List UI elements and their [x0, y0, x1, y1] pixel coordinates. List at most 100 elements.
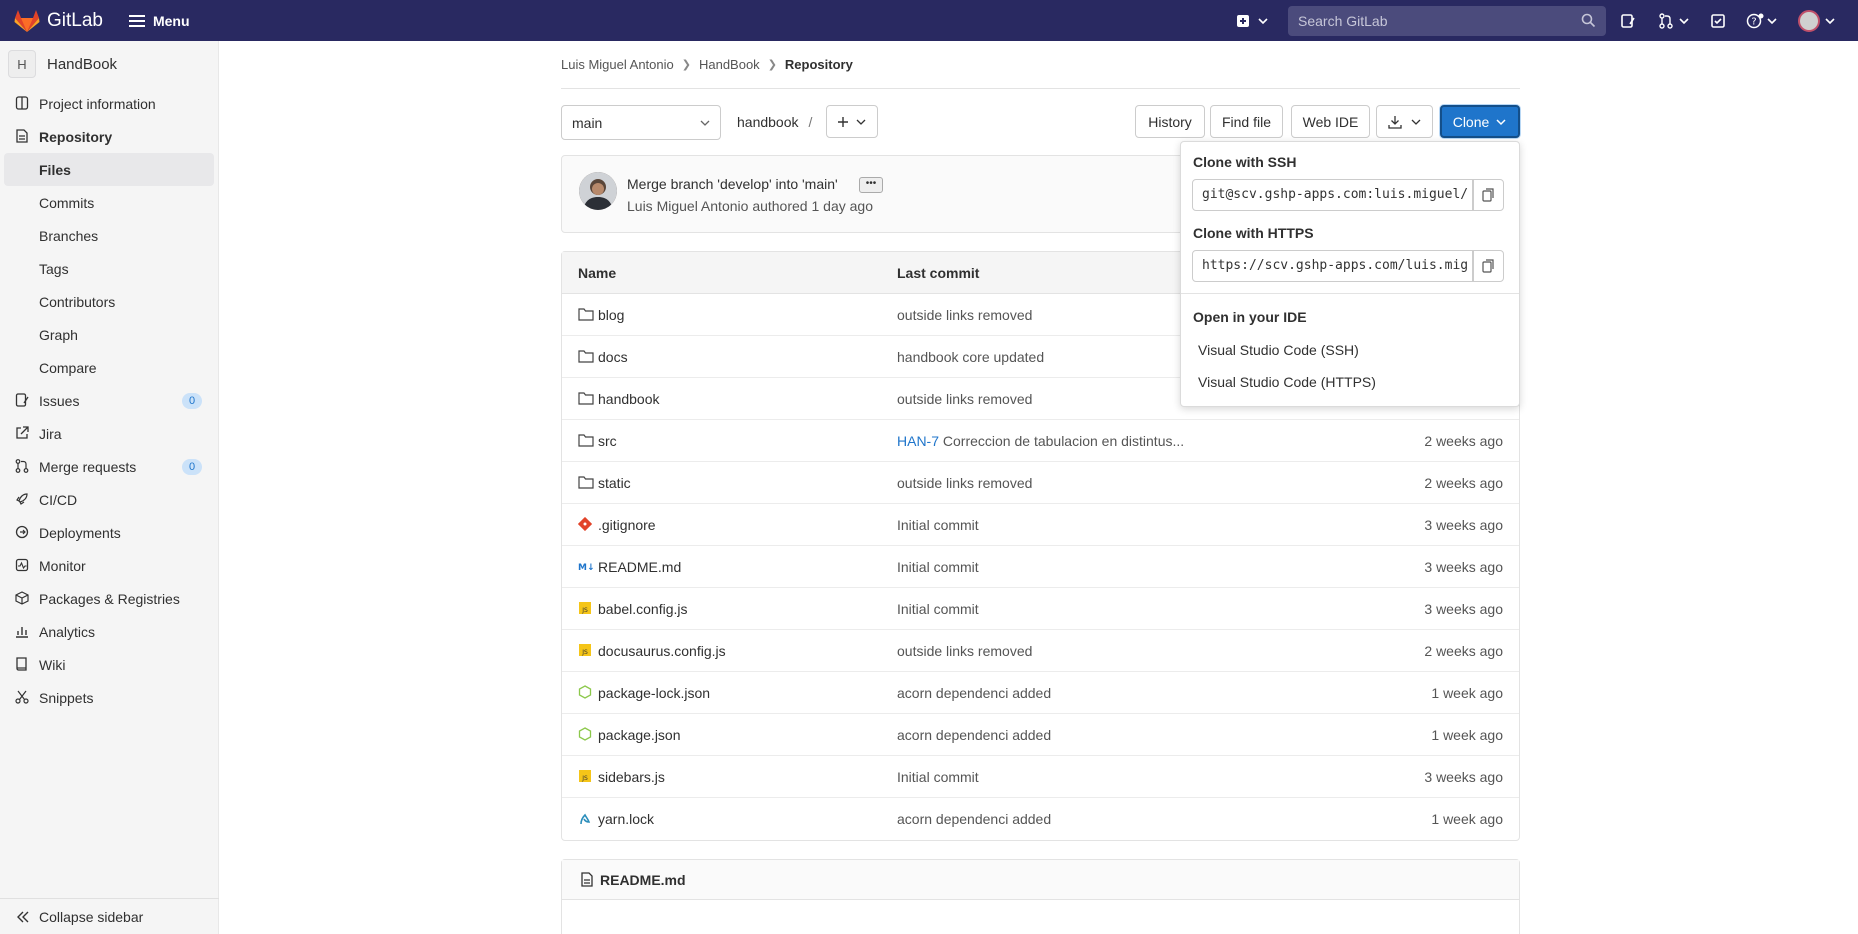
breadcrumb-user[interactable]: Luis Miguel Antonio	[561, 57, 674, 72]
table-row[interactable]: src HAN-7 Correccion de tabulacion en dis…	[562, 420, 1519, 462]
copy-ssh-url-button[interactable]	[1473, 179, 1504, 211]
file-name-link[interactable]: yarn.lock	[598, 811, 654, 827]
commit-message-link[interactable]: Initial commit	[897, 769, 979, 785]
issue-link[interactable]: HAN-7	[897, 433, 939, 449]
add-to-tree-dropdown[interactable]	[826, 105, 878, 138]
repo-path: handbook /	[737, 114, 812, 130]
table-row[interactable]: JS docusaurus.config.js outside links remo…	[562, 630, 1519, 672]
sidebar-item-wiki[interactable]: Wiki	[0, 648, 218, 681]
sidebar-item-packages-registries[interactable]: Packages & Registries	[0, 582, 218, 615]
sidebar-item-compare[interactable]: Compare	[0, 351, 218, 384]
sidebar-item-files[interactable]: Files	[4, 153, 214, 186]
commit-message-link[interactable]: acorn dependenci added	[897, 811, 1051, 827]
user-menu[interactable]	[1798, 9, 1836, 32]
table-row[interactable]: yarn.lock acorn dependenci added 1 week ag…	[562, 798, 1519, 840]
commit-authored-text: authored	[752, 198, 808, 214]
table-row[interactable]: package-lock.json acorn dependenci added 1…	[562, 672, 1519, 714]
file-name-link[interactable]: babel.config.js	[598, 601, 688, 617]
help-dropdown[interactable]: ?	[1746, 13, 1778, 29]
file-name-link[interactable]: README.md	[598, 559, 681, 575]
sidebar-item-contributors[interactable]: Contributors	[0, 285, 218, 318]
sidebar-item-commits[interactable]: Commits	[0, 186, 218, 219]
commit-message-link[interactable]: outside links removed	[897, 643, 1032, 659]
commit-message-link[interactable]: outside links removed	[897, 391, 1032, 407]
table-row[interactable]: M↓ README.md Initial commit 3 weeks ago	[562, 546, 1519, 588]
file-name-link[interactable]: blog	[598, 307, 624, 323]
commit-time: 1 day ago	[811, 198, 873, 214]
file-name-link[interactable]: sidebars.js	[598, 769, 665, 785]
search-input[interactable]: Search GitLab	[1288, 5, 1606, 36]
path-root-link[interactable]: handbook	[737, 114, 799, 130]
clone-dropdown-button[interactable]: Clone	[1440, 105, 1520, 138]
sidebar-item-graph[interactable]: Graph	[0, 318, 218, 351]
commit-title-link[interactable]: Merge branch 'develop' into 'main'	[627, 176, 838, 192]
clone-https-url-field[interactable]: https://scv.gshp-apps.com/luis.mig	[1192, 250, 1473, 282]
file-name-link[interactable]: package-lock.json	[598, 685, 710, 701]
file-name-link[interactable]: .gitignore	[598, 517, 656, 533]
file-name-link[interactable]: src	[598, 433, 617, 449]
open-vscode-https-item[interactable]: Visual Studio Code (HTTPS)	[1198, 374, 1376, 390]
sidebar-item-label: Snippets	[39, 689, 94, 706]
path-separator: /	[808, 114, 813, 130]
sidebar-item-project-information[interactable]: Project information	[0, 87, 218, 120]
commit-message-link[interactable]: Initial commit	[897, 517, 979, 533]
commit-message-link[interactable]: outside links removed	[897, 307, 1032, 323]
todos-shortcut[interactable]	[1710, 13, 1726, 29]
sidebar-item-label: Jira	[39, 425, 62, 442]
collapse-sidebar-button[interactable]: Collapse sidebar	[0, 898, 219, 934]
table-row[interactable]: package.json acorn dependenci added 1 week…	[562, 714, 1519, 756]
open-vscode-ssh-item[interactable]: Visual Studio Code (SSH)	[1198, 342, 1359, 358]
sidebar-item-merge-requests[interactable]: Merge requests 0	[0, 450, 218, 483]
sidebar-item-snippets[interactable]: Snippets	[0, 681, 218, 714]
file-name-link[interactable]: handbook	[598, 391, 660, 407]
issues-shortcut[interactable]	[1620, 13, 1636, 29]
gitlab-home-link[interactable]: GitLab	[14, 9, 103, 33]
toggle-commit-description-button[interactable]: •••	[859, 177, 883, 193]
commit-message-link[interactable]: acorn dependenci added	[897, 685, 1051, 701]
sidebar-item-jira[interactable]: Jira	[0, 417, 218, 450]
table-row[interactable]: static outside links removed 2 weeks ago	[562, 462, 1519, 504]
sidebar-item-branches[interactable]: Branches	[0, 219, 218, 252]
commit-time: 2 weeks ago	[1424, 643, 1503, 659]
web-ide-button[interactable]: Web IDE	[1291, 105, 1370, 138]
table-row[interactable]: .gitignore Initial commit 3 weeks ago	[562, 504, 1519, 546]
markdown-file-icon: M↓	[578, 559, 595, 574]
new-dropdown[interactable]	[1236, 14, 1270, 28]
project-header[interactable]: H HandBook	[0, 41, 218, 87]
copy-https-url-button[interactable]	[1473, 250, 1504, 282]
table-row[interactable]: JS babel.config.js Initial commit 3 weeks a…	[562, 588, 1519, 630]
commit-message-link[interactable]: Correccion de tabulacion en distintus...	[943, 433, 1184, 449]
find-file-button[interactable]: Find file	[1210, 105, 1283, 138]
author-avatar[interactable]	[579, 172, 617, 210]
sidebar-item-tags[interactable]: Tags	[0, 252, 218, 285]
file-name-link[interactable]: package.json	[598, 727, 681, 743]
commit-message-link[interactable]: Initial commit	[897, 601, 979, 617]
clone-ssh-url-field[interactable]: git@scv.gshp-apps.com:luis.miguel/	[1192, 179, 1473, 211]
branch-selector[interactable]: main	[561, 105, 721, 140]
table-row[interactable]: JS sidebars.js Initial commit 3 weeks ago	[562, 756, 1519, 798]
sidebar-item-ci-cd[interactable]: CI/CD	[0, 483, 218, 516]
commit-author-link[interactable]: Luis Miguel Antonio	[627, 198, 748, 214]
breadcrumb-project[interactable]: HandBook	[699, 57, 760, 72]
sidebar-item-analytics[interactable]: Analytics	[0, 615, 218, 648]
history-button[interactable]: History	[1135, 105, 1205, 138]
merge-requests-shortcut[interactable]	[1658, 12, 1690, 29]
last-commit-cell: acorn dependenci added	[897, 727, 1051, 743]
menu-button[interactable]: Menu	[128, 12, 190, 30]
sidebar-item-repository[interactable]: Repository	[0, 120, 218, 153]
commit-message-link[interactable]: acorn dependenci added	[897, 727, 1051, 743]
sidebar-item-monitor[interactable]: Monitor	[0, 549, 218, 582]
commit-message-link[interactable]: outside links removed	[897, 475, 1032, 491]
sidebar-item-label: Analytics	[39, 623, 96, 640]
sidebar-item-issues[interactable]: Issues 0	[0, 384, 218, 417]
commit-time: 3 weeks ago	[1424, 559, 1503, 575]
download-dropdown[interactable]	[1376, 105, 1433, 138]
file-name-link[interactable]: docs	[598, 349, 628, 365]
file-name-link[interactable]: static	[598, 475, 631, 491]
commit-message-link[interactable]: handbook core updated	[897, 349, 1044, 365]
file-name-link[interactable]: docusaurus.config.js	[598, 643, 726, 659]
sidebar-item-deployments[interactable]: Deployments	[0, 516, 218, 549]
breadcrumb-current[interactable]: Repository	[785, 57, 853, 72]
commit-message-link[interactable]: Initial commit	[897, 559, 979, 575]
readme-title[interactable]: README.md	[600, 872, 686, 888]
